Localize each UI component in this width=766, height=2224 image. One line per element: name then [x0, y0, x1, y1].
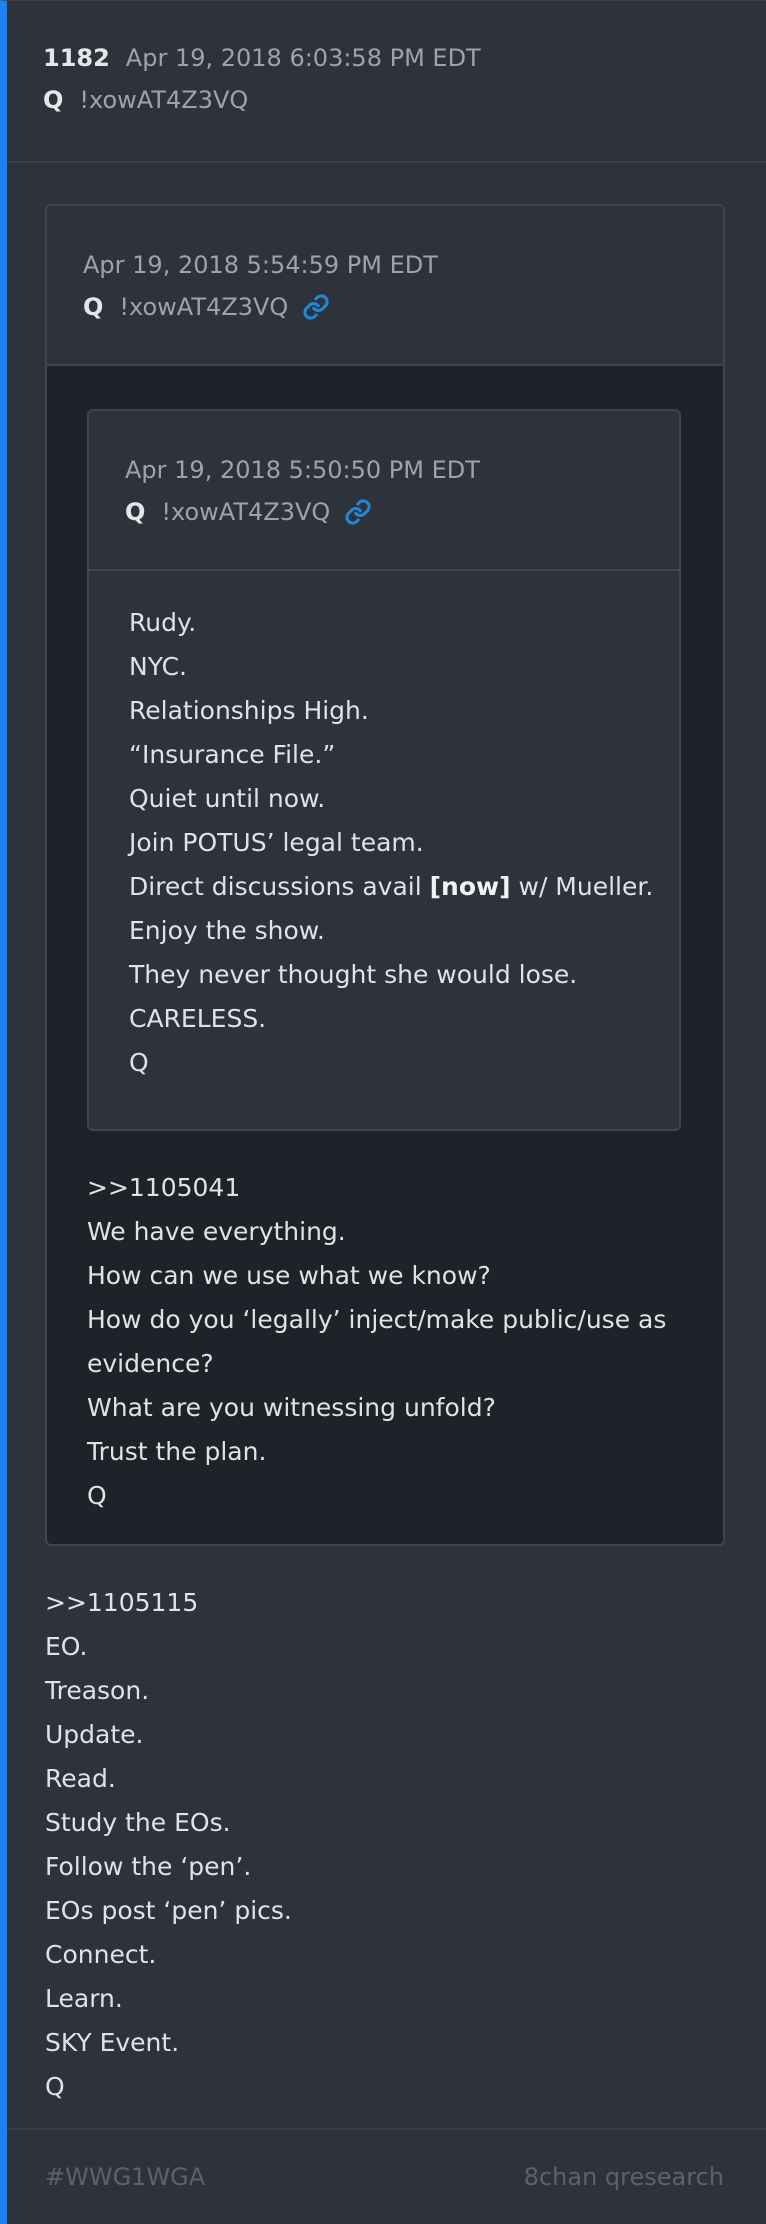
text-line: Update. — [45, 1720, 144, 1749]
post-date: Apr 19, 2018 6:03:58 PM EDT — [125, 44, 481, 72]
text-line: Q — [87, 1481, 107, 1510]
post-header: 1182 Apr 19, 2018 6:03:58 PM EDT Q !xowA… — [7, 1, 766, 163]
post-body: >>1105115 EO. Treason. Update. Read. Stu… — [45, 1581, 292, 2109]
post-author: Q — [43, 86, 64, 114]
text-line: Read. — [45, 1764, 116, 1793]
source-label: 8chan qresearch — [523, 2163, 724, 2191]
quoted-post-date: Apr 19, 2018 5:54:59 PM EDT — [83, 251, 438, 279]
text-line: Direct discussions avail [now] w/ Muelle… — [129, 865, 653, 909]
bold-text: [now] — [429, 872, 511, 901]
link-icon[interactable] — [302, 293, 330, 321]
text-line: What are you witnessing unfold? — [87, 1393, 496, 1422]
quoted-post-text: Rudy. NYC. Relationships High. “Insuranc… — [129, 601, 653, 1085]
text-line: We have everything. — [87, 1217, 346, 1246]
quoted-post-tripcode: !xowAT4Z3VQ — [161, 498, 331, 526]
text-segment: w/ Mueller. — [510, 872, 654, 901]
text-line: Learn. — [45, 1984, 123, 2013]
text-line: Study the EOs. — [45, 1808, 231, 1837]
text-line: How do you ‘legally’ inject/make public/… — [87, 1305, 667, 1334]
text-line: Q — [45, 2072, 65, 2101]
text-segment: Direct discussions avail — [129, 872, 422, 901]
text-line: Rudy. — [129, 608, 197, 637]
text-line: Relationships High. — [129, 696, 369, 725]
reply-link[interactable]: >>1105041 — [87, 1166, 666, 1210]
link-icon[interactable] — [344, 498, 372, 526]
text-line: EO. — [45, 1632, 88, 1661]
text-line: CARELESS. — [129, 1004, 267, 1033]
text-line: NYC. — [129, 652, 188, 681]
quoted-post-author: Q — [125, 498, 146, 526]
post-card: 1182 Apr 19, 2018 6:03:58 PM EDT Q !xowA… — [0, 0, 766, 2224]
reply-link[interactable]: >>1105115 — [45, 1581, 292, 1625]
quoted-post-author: Q — [83, 293, 104, 321]
text-line: Follow the ‘pen’. — [45, 1852, 252, 1881]
text-line: SKY Event. — [45, 2028, 180, 2057]
post-number[interactable]: 1182 — [43, 44, 110, 72]
text-line: Connect. — [45, 1940, 157, 1969]
quoted-post-header: Apr 19, 2018 5:54:59 PM EDT Q !xowAT4Z3V… — [47, 206, 723, 366]
text-line: Join POTUS’ legal team. — [129, 828, 424, 857]
post-tripcode: !xowAT4Z3VQ — [79, 86, 249, 114]
text-line: Treason. — [45, 1676, 150, 1705]
text-line: They never thought she would lose. — [129, 960, 578, 989]
text-line: How can we use what we know? — [87, 1261, 491, 1290]
quoted-post-text: >>1105041 We have everything. How can we… — [87, 1166, 666, 1518]
text-line: evidence? — [87, 1349, 214, 1378]
quoted-post-date: Apr 19, 2018 5:50:50 PM EDT — [125, 456, 480, 484]
text-line: EOs post ‘pen’ pics. — [45, 1896, 292, 1925]
quoted-post-inner: Apr 19, 2018 5:50:50 PM EDT Q !xowAT4Z3V… — [87, 409, 681, 1131]
hashtag: #WWG1WGA — [45, 2163, 206, 2191]
quoted-post-outer: Apr 19, 2018 5:54:59 PM EDT Q !xowAT4Z3V… — [45, 204, 725, 1546]
text-line: Quiet until now. — [129, 784, 326, 813]
text-line: Enjoy the show. — [129, 916, 325, 945]
text-line: Trust the plan. — [87, 1437, 267, 1466]
post-footer: #WWG1WGA 8chan qresearch — [7, 2128, 766, 2224]
text-line: “Insurance File.” — [129, 740, 336, 769]
quoted-post-header: Apr 19, 2018 5:50:50 PM EDT Q !xowAT4Z3V… — [89, 411, 679, 571]
quoted-post-tripcode: !xowAT4Z3VQ — [119, 293, 289, 321]
text-line: Q — [129, 1048, 149, 1077]
